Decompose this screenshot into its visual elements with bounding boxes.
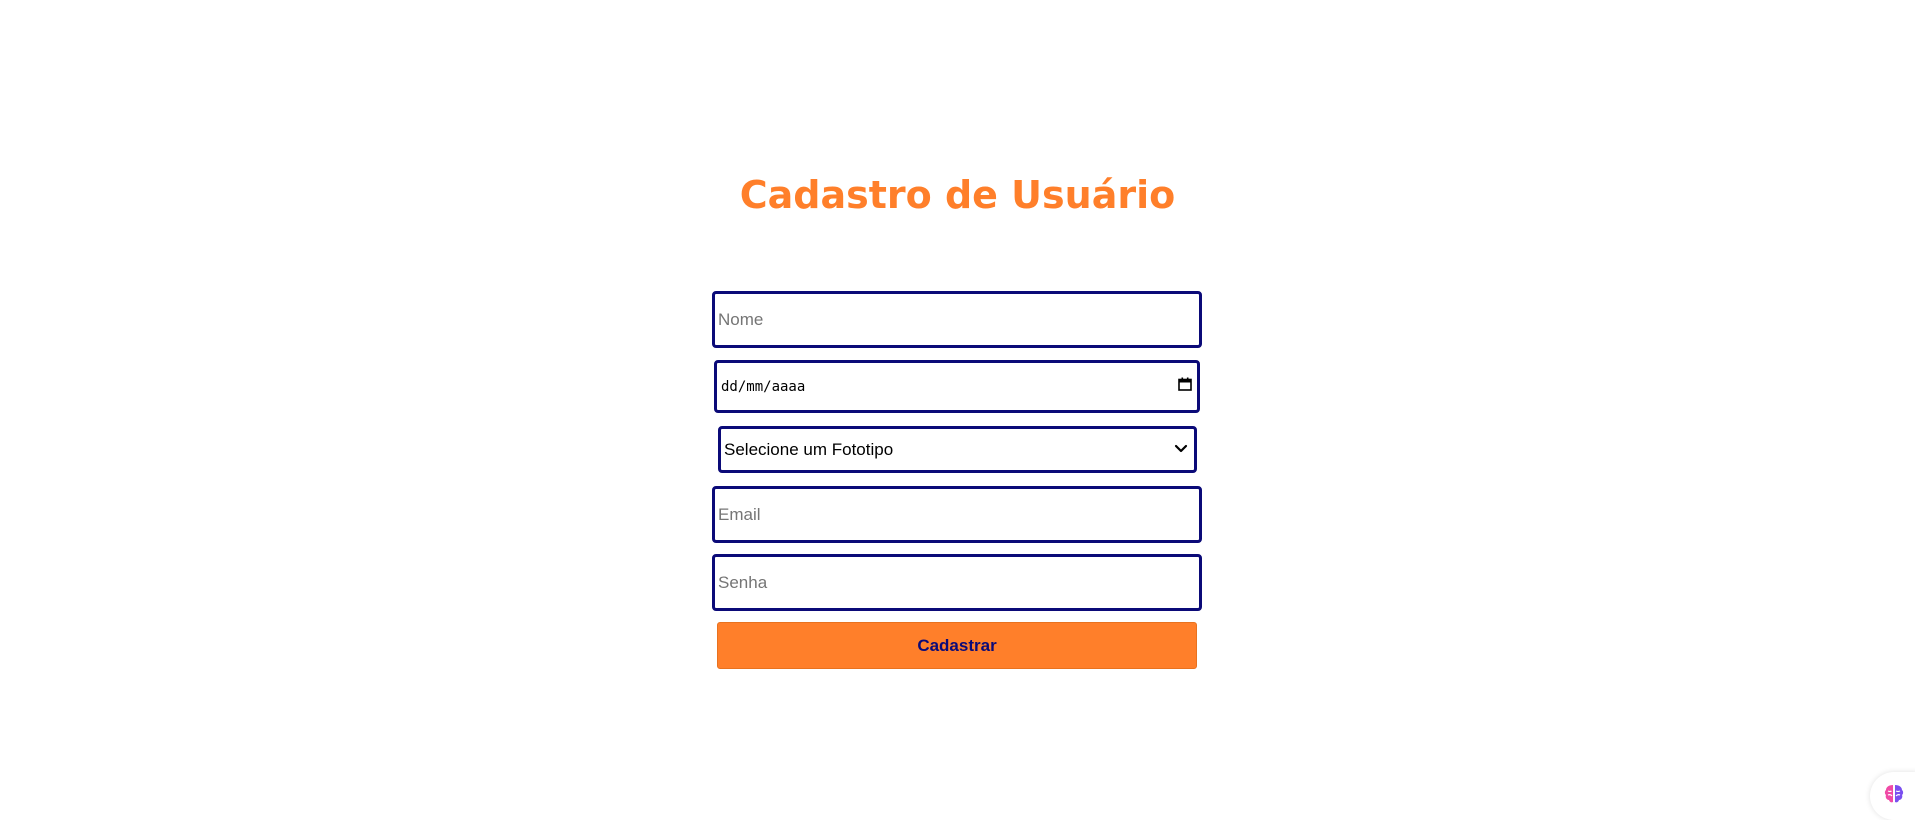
password-field[interactable]: Senha	[712, 554, 1202, 611]
birthdate-field[interactable]: dd/mm/aaaa	[714, 360, 1200, 413]
registration-page: Cadastro de Usuário Nome dd/mm/aaaa Sele…	[0, 0, 1915, 820]
page-title: Cadastro de Usuário	[739, 173, 1176, 217]
submit-button[interactable]: Cadastrar	[717, 622, 1197, 669]
name-field[interactable]: Nome	[712, 291, 1202, 348]
fototipo-select[interactable]: Selecione um Fototipo	[718, 426, 1197, 473]
name-placeholder: Nome	[718, 309, 764, 329]
password-placeholder: Senha	[718, 572, 768, 592]
assistant-button[interactable]	[1870, 772, 1915, 820]
brain-icon	[1882, 782, 1906, 811]
date-placeholder: dd/mm/aaaa	[721, 378, 806, 395]
fototipo-selected-value: Selecione um Fototipo	[724, 439, 894, 459]
email-placeholder: Email	[718, 504, 761, 524]
email-field[interactable]: Email	[712, 486, 1202, 543]
chevron-down-icon	[1174, 441, 1188, 459]
calendar-icon[interactable]	[1178, 377, 1192, 396]
